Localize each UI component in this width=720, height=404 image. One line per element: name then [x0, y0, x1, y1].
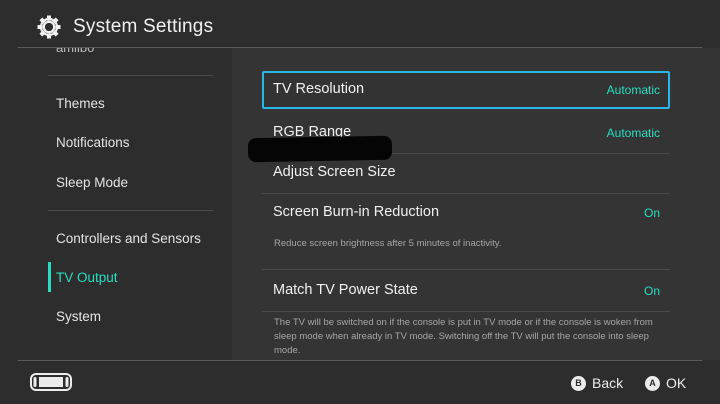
footer-divider	[18, 360, 702, 361]
back-label: Back	[592, 375, 624, 391]
sidebar: amiibo Themes Notifications Sleep Mode C…	[0, 48, 232, 360]
settings-panel: TV Resolution Automatic RGB Range Automa…	[232, 48, 720, 360]
page-title: System Settings	[73, 16, 214, 37]
tv-resolution-row[interactable]: TV Resolution Automatic	[262, 71, 670, 109]
burn-in-reduction-label: Screen Burn-in Reduction	[273, 204, 440, 220]
b-button-icon: B	[571, 375, 586, 391]
sidebar-item-system[interactable]: System	[56, 309, 101, 324]
rgb-range-value: Automatic	[606, 126, 660, 140]
row-divider	[262, 269, 670, 270]
system-settings-screen: System Settings amiibo Themes Notificati…	[0, 0, 720, 404]
redaction-mark	[247, 135, 393, 163]
active-indicator	[48, 262, 51, 292]
sidebar-item-themes[interactable]: Themes	[56, 96, 105, 111]
sidebar-divider	[48, 210, 213, 211]
sidebar-item-tv-output[interactable]: TV Output	[56, 270, 118, 285]
burn-in-reduction-description: Reduce screen brightness after 5 minutes…	[274, 238, 502, 249]
tv-resolution-value: Automatic	[606, 83, 660, 97]
sidebar-item-controllers-and-sensors[interactable]: Controllers and Sensors	[56, 231, 201, 246]
ok-button[interactable]: A OK	[645, 374, 686, 392]
sidebar-item-amiibo[interactable]: amiibo	[56, 48, 94, 55]
sidebar-item-sleep-mode[interactable]: Sleep Mode	[56, 175, 128, 190]
console-icon	[30, 373, 72, 391]
match-tv-power-value: On	[643, 284, 660, 298]
sidebar-divider	[48, 75, 213, 76]
adjust-screen-size-label: Adjust Screen Size	[273, 164, 396, 180]
ok-label: OK	[666, 375, 687, 391]
row-divider	[262, 311, 670, 312]
back-button[interactable]: B Back	[571, 374, 623, 392]
sidebar-item-notifications[interactable]: Notifications	[56, 135, 130, 150]
a-button-icon: A	[645, 375, 660, 391]
footer: B Back A OK	[0, 360, 720, 404]
burn-in-reduction-value: On	[643, 206, 660, 220]
match-tv-power-label: Match TV Power State	[273, 282, 418, 298]
match-tv-power-description: The TV will be switched on if the consol…	[274, 317, 653, 356]
burn-in-reduction-row[interactable]: Screen Burn-in Reduction On	[262, 194, 670, 232]
tv-resolution-label: TV Resolution	[273, 81, 365, 97]
gear-icon	[37, 15, 61, 39]
match-tv-power-row[interactable]: Match TV Power State On	[262, 272, 670, 310]
